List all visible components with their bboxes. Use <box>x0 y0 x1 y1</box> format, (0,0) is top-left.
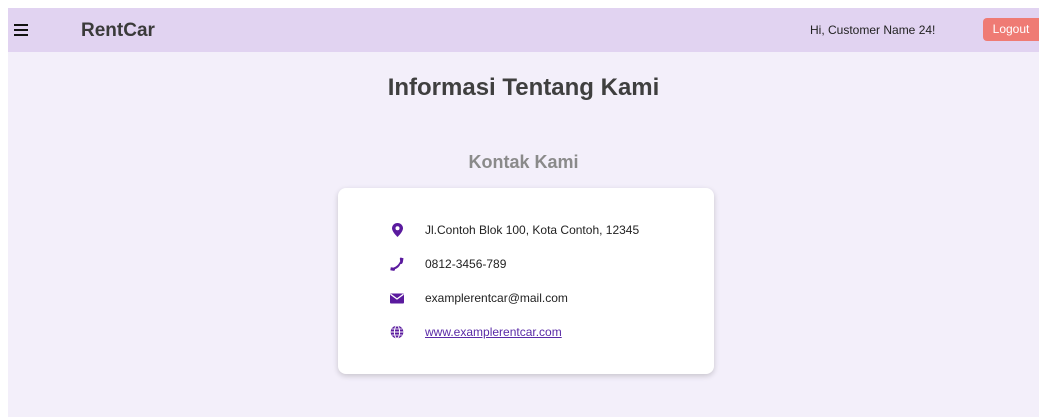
top-navbar: RentCar Hi, Customer Name 24! Logout <box>8 8 1039 52</box>
user-greeting: Hi, Customer Name 24! <box>810 23 936 37</box>
contact-row-phone: 0812-3456-789 <box>390 255 506 273</box>
contact-section-title: Kontak Kami <box>468 152 579 172</box>
contact-row-address: Jl.Contoh Blok 100, Kota Contoh, 12345 <box>390 221 639 239</box>
website-link[interactable]: www.examplerentcar.com <box>425 324 562 340</box>
contact-address-text: Jl.Contoh Blok 100, Kota Contoh, 12345 <box>425 223 640 237</box>
contact-email-text: examplerentcar@mail.com <box>425 291 568 305</box>
contact-card: Jl.Contoh Blok 100, Kota Contoh, 12345 0… <box>338 188 714 374</box>
envelope-icon <box>390 291 404 305</box>
logout-button[interactable]: Logout <box>983 18 1039 41</box>
phone-icon <box>390 257 404 271</box>
brand-logo-text[interactable]: RentCar <box>81 20 155 42</box>
globe-icon <box>390 325 404 339</box>
page-title: Informasi Tentang Kami <box>387 74 660 101</box>
page: RentCar Hi, Customer Name 24! Logout Inf… <box>8 8 1039 417</box>
map-pin-icon <box>390 223 404 237</box>
contact-phone-text: 0812-3456-789 <box>425 257 507 271</box>
contact-row-website: www.examplerentcar.com <box>390 323 562 341</box>
hamburger-menu-icon[interactable] <box>14 24 28 36</box>
contact-row-email: examplerentcar@mail.com <box>390 289 568 307</box>
